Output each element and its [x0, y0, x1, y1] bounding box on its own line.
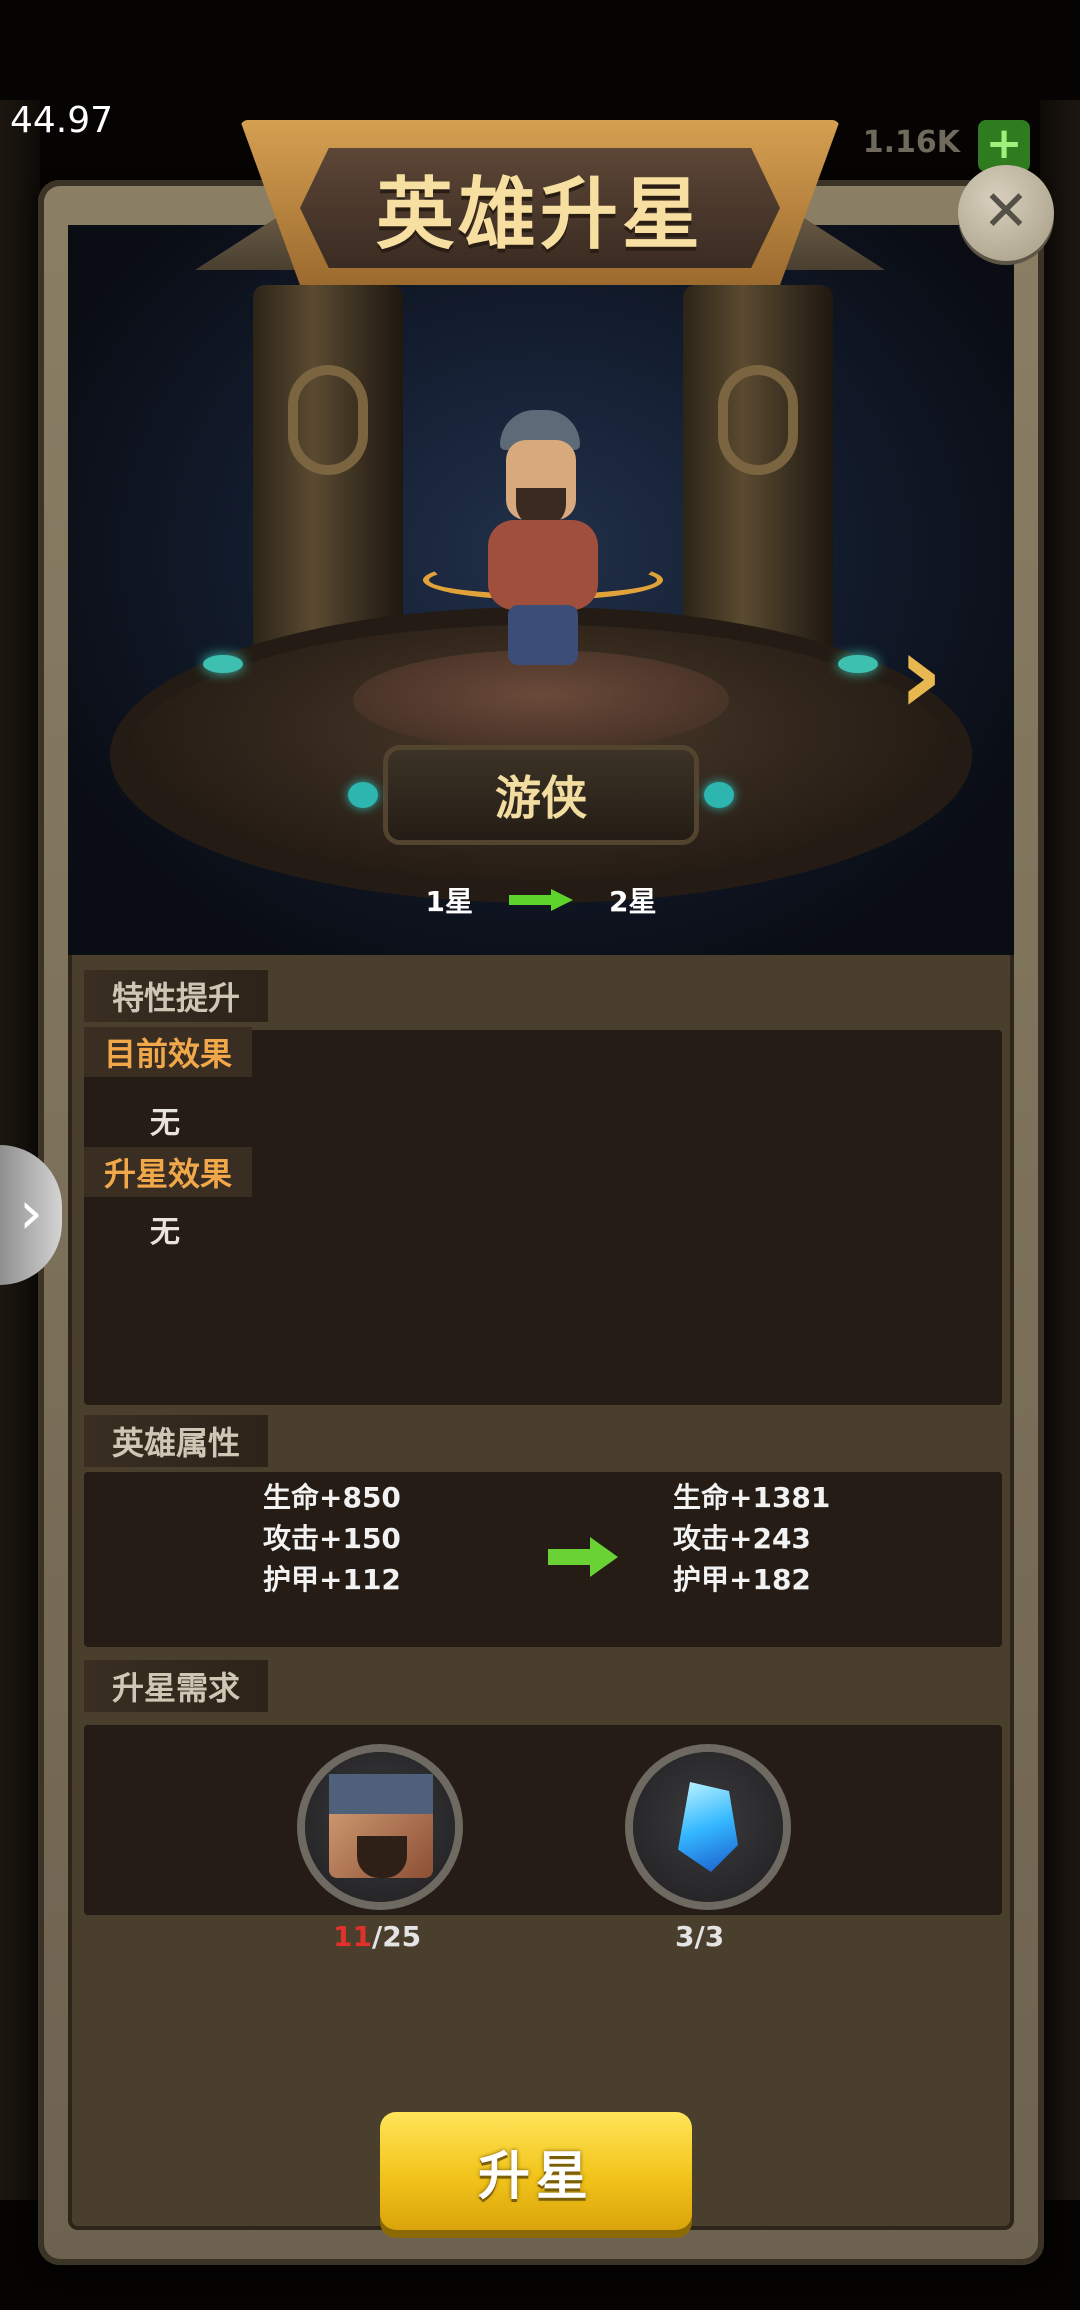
- close-button[interactable]: ✕: [958, 165, 1054, 261]
- attribute-box: [84, 1472, 1002, 1647]
- upgrade-star-button[interactable]: 升星: [380, 2112, 692, 2230]
- hero-fragment-count: 11/25: [333, 1920, 421, 1953]
- requirement-box: [84, 1725, 1002, 1915]
- current-effect-value: 无: [150, 1106, 180, 1141]
- attribute-section-label: 英雄属性: [84, 1415, 269, 1467]
- next-attack: 攻击+243: [673, 1522, 811, 1555]
- next-armor: 护甲+182: [673, 1563, 811, 1596]
- current-effect-label: 目前效果: [84, 1027, 253, 1077]
- upgrade-effect-label: 升星效果: [84, 1147, 253, 1197]
- next-attributes: 生命+1381 攻击+243 护甲+182: [673, 1477, 830, 1600]
- crystal-icon: [678, 1782, 738, 1872]
- arrow-right-icon: [548, 1537, 618, 1577]
- next-hp: 生命+1381: [673, 1481, 831, 1514]
- star-to: 2星: [609, 885, 657, 918]
- requirement-section-label: 升星需求: [84, 1660, 269, 1712]
- arrow-right-icon: [509, 889, 573, 911]
- hero-name: 游侠: [495, 771, 587, 825]
- hero-scene: 游侠 1星 2星 ›: [68, 225, 1014, 955]
- current-attributes: 生命+850 攻击+150 护甲+112: [263, 1477, 401, 1600]
- background-right: [1040, 100, 1080, 2200]
- page-title: 英雄升星: [375, 170, 704, 260]
- hero-name-plate: 游侠: [348, 750, 734, 840]
- stage-gem: [203, 655, 243, 673]
- hero-fragment-item[interactable]: [305, 1752, 455, 1902]
- star-change: 1星 2星: [68, 880, 1014, 920]
- fragment-have: 11: [333, 1920, 372, 1953]
- current-attack: 攻击+150: [263, 1522, 401, 1555]
- crystal-count: 3/3: [675, 1920, 725, 1953]
- title-banner: 英雄升星: [195, 120, 885, 290]
- next-hero-button[interactable]: ›: [898, 610, 943, 738]
- current-armor: 护甲+112: [263, 1563, 401, 1596]
- current-hp: 生命+850: [263, 1481, 401, 1514]
- crystal-item[interactable]: [633, 1752, 783, 1902]
- hero-model: [423, 410, 663, 680]
- stage-gem: [838, 655, 878, 673]
- upgrade-effect-value: 无: [150, 1215, 180, 1250]
- star-from: 1星: [425, 885, 473, 918]
- upgrade-panel: 游侠 1星 2星 › 特性提升 目前效果 无 升星效果 无 英雄属性 生命+85…: [38, 180, 1044, 2265]
- trait-section-label: 特性提升: [84, 970, 269, 1022]
- trait-box: [84, 1030, 1002, 1405]
- fps-counter: 44.97: [10, 100, 114, 141]
- upgrade-star-label: 升星: [477, 2146, 594, 2207]
- hero-fragment-icon: [329, 1774, 433, 1878]
- fragment-need: /25: [371, 1920, 422, 1953]
